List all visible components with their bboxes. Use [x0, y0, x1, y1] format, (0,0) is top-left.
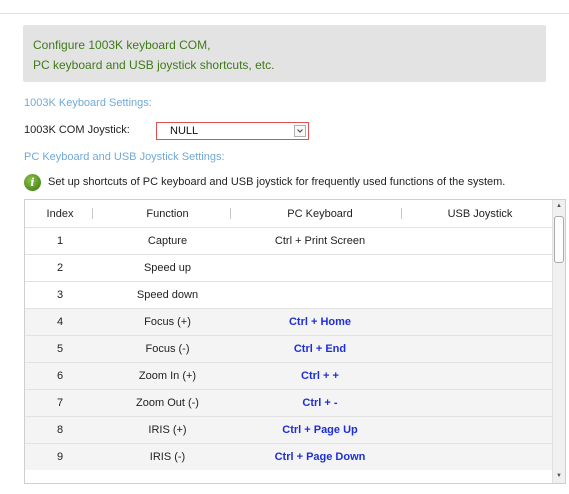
cell-pc-keyboard[interactable]: Ctrl + -	[235, 397, 405, 409]
com-joystick-label: 1003K COM Joystick:	[24, 124, 130, 136]
description-line-1: Configure 1003K keyboard COM,	[33, 38, 211, 52]
cell-index: 2	[56, 262, 64, 274]
cell-function: Zoom Out (-)	[136, 397, 199, 409]
cell-function: Focus (+)	[144, 316, 191, 328]
column-header-function[interactable]: Function	[105, 208, 230, 220]
cell-function: Capture	[147, 235, 188, 247]
cell-function: IRIS (+)	[148, 424, 187, 436]
column-divider	[401, 208, 402, 219]
table-row[interactable]: 7 Zoom Out (-) Ctrl + -	[25, 389, 553, 416]
cell-function: Speed down	[136, 289, 199, 301]
table-row[interactable]: 9 IRIS (-) Ctrl + Page Down	[25, 443, 553, 470]
cell-index: 4	[56, 316, 64, 328]
scroll-down-arrow-icon[interactable]: ▼	[553, 470, 565, 483]
section-title-pc-usb-settings: PC Keyboard and USB Joystick Settings:	[24, 151, 546, 163]
cell-index: 6	[56, 370, 64, 382]
table-row[interactable]: 2 Speed up	[25, 254, 553, 281]
cell-index: 8	[56, 424, 64, 436]
table-header: Index Function PC Keyboard USB Joystick	[25, 200, 553, 227]
info-icon: i	[24, 174, 41, 191]
cell-pc-keyboard[interactable]: Ctrl + Page Down	[235, 451, 405, 463]
shortcut-table: Index Function PC Keyboard USB Joystick …	[24, 199, 566, 484]
table-row[interactable]: 1 Capture Ctrl + Print Screen	[25, 227, 553, 254]
table-scrollbar[interactable]: ▲ ▼	[552, 200, 565, 483]
cell-pc-keyboard[interactable]: Ctrl + Print Screen	[235, 235, 405, 247]
cell-function: Speed up	[143, 262, 192, 274]
table-row[interactable]: 3 Speed down	[25, 281, 553, 308]
cell-index: 3	[56, 289, 64, 301]
com-joystick-select[interactable]: NULL	[156, 122, 309, 140]
cell-pc-keyboard[interactable]: Ctrl + Home	[235, 316, 405, 328]
description-box: Configure 1003K keyboard COM, PC keyboar…	[23, 25, 546, 82]
cell-pc-keyboard[interactable]: Ctrl + End	[235, 343, 405, 355]
table-row[interactable]: 4 Focus (+) Ctrl + Home	[25, 308, 553, 335]
cell-function: Zoom In (+)	[138, 370, 197, 382]
description-line-2: PC keyboard and USB joystick shortcuts, …	[33, 58, 275, 72]
cell-index: 9	[56, 451, 64, 463]
chevron-down-icon[interactable]	[294, 125, 306, 137]
scrollbar-thumb[interactable]	[554, 216, 564, 263]
scroll-up-arrow-icon[interactable]: ▲	[553, 200, 565, 213]
cell-index: 5	[56, 343, 64, 355]
column-header-index[interactable]: Index	[35, 208, 85, 220]
table-row[interactable]: 8 IRIS (+) Ctrl + Page Up	[25, 416, 553, 443]
table-row[interactable]: 5 Focus (-) Ctrl + End	[25, 335, 553, 362]
column-divider	[92, 208, 93, 219]
section-title-keyboard-settings-label: 1003K Keyboard Settings:	[24, 97, 152, 109]
section-title-keyboard-settings: 1003K Keyboard Settings:	[24, 97, 546, 109]
cell-index: 1	[56, 235, 64, 247]
cell-function: Focus (-)	[145, 343, 190, 355]
column-header-pc-keyboard[interactable]: PC Keyboard	[235, 208, 405, 220]
top-divider	[0, 13, 569, 14]
settings-panel: Configure 1003K keyboard COM, PC keyboar…	[0, 0, 569, 494]
cell-pc-keyboard[interactable]: Ctrl + Page Up	[235, 424, 405, 436]
section-title-pc-usb-settings-label: PC Keyboard and USB Joystick Settings:	[24, 151, 225, 163]
com-joystick-selected-value: NULL	[170, 125, 199, 137]
cell-pc-keyboard[interactable]: Ctrl + +	[235, 370, 405, 382]
table-row[interactable]: 6 Zoom In (+) Ctrl + +	[25, 362, 553, 389]
column-divider	[230, 208, 231, 219]
cell-index: 7	[56, 397, 64, 409]
cell-function: IRIS (-)	[149, 451, 186, 463]
info-text: Set up shortcuts of PC keyboard and USB …	[48, 176, 506, 188]
column-header-usb-joystick[interactable]: USB Joystick	[410, 208, 550, 220]
